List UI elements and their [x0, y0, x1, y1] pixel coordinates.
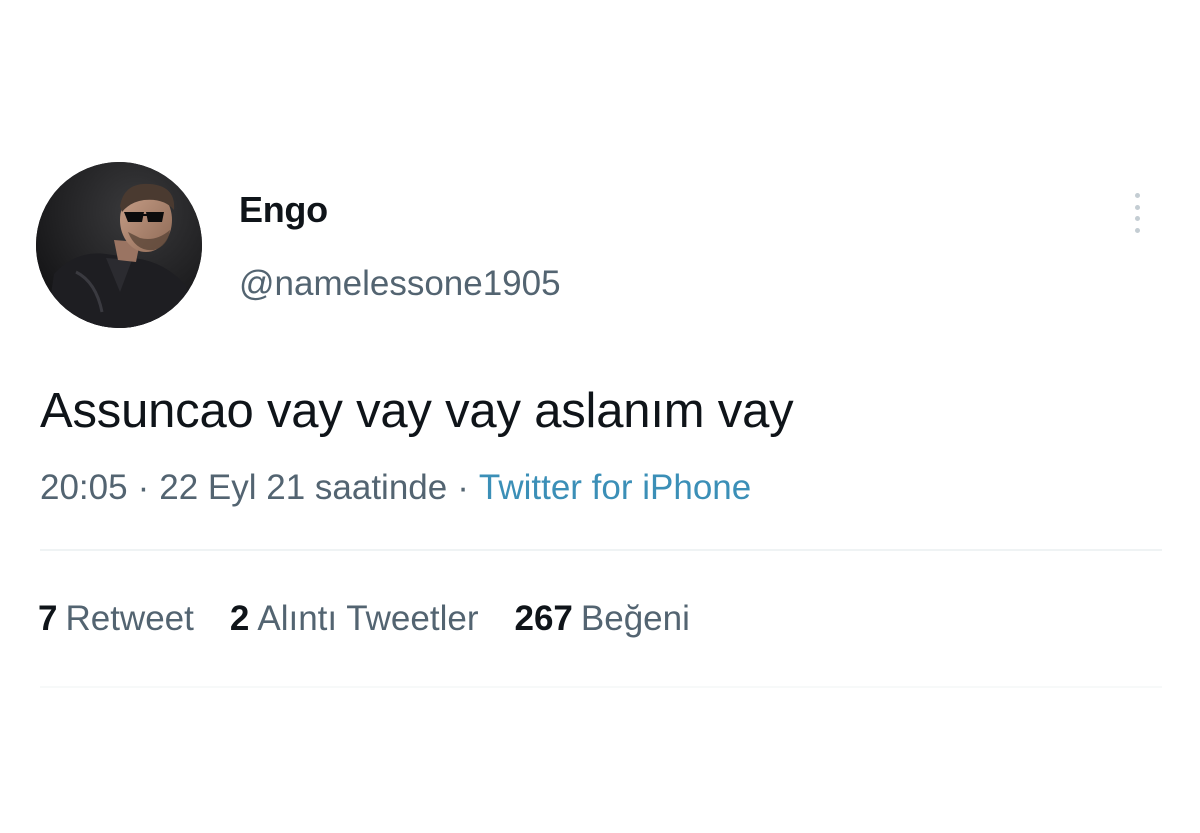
tweet-stats: 7 Retweet 2 Alıntı Tweetler 267 Beğeni [38, 597, 690, 641]
tweet-meta: 20:05 · 22 Eyl 21 saatinde · Twitter for iPh… [40, 466, 751, 510]
more-dot [1134, 216, 1140, 222]
quote-count-value: 2 [229, 599, 250, 638]
more-dot [1134, 227, 1140, 233]
like-count[interactable]: 267 Beğeni [514, 597, 689, 641]
divider [40, 549, 1162, 551]
meta-separator: · [137, 468, 150, 507]
author-display-name[interactable]: Engo [239, 188, 328, 232]
tweet-date[interactable]: 22 Eyl 21 saatinde [159, 468, 447, 507]
more-vertical-icon[interactable] [1126, 193, 1148, 233]
tweet-card: Engo @namelessone1905 Assuncao vay vay v… [0, 0, 1200, 833]
retweet-count[interactable]: 7 Retweet [38, 597, 194, 641]
retweet-count-label: Retweet [65, 599, 194, 638]
avatar-photo [36, 162, 202, 328]
divider [40, 686, 1162, 688]
quote-count[interactable]: 2 Alıntı Tweetler [230, 597, 479, 641]
like-count-label: Beğeni [580, 599, 690, 638]
avatar[interactable] [36, 162, 202, 328]
retweet-count-value: 7 [38, 599, 58, 638]
quote-count-label: Alıntı Tweetler [257, 599, 479, 638]
meta-separator: · [457, 468, 469, 507]
tweet-source-link[interactable]: Twitter for iPhone [479, 468, 751, 507]
more-dot [1134, 204, 1140, 210]
like-count-value: 267 [514, 599, 573, 638]
tweet-time[interactable]: 20:05 [40, 468, 128, 507]
author-handle[interactable]: @namelessone1905 [239, 262, 561, 306]
more-dot [1134, 193, 1140, 198]
tweet-text: Assuncao vay vay vay aslanım vay [40, 384, 794, 438]
